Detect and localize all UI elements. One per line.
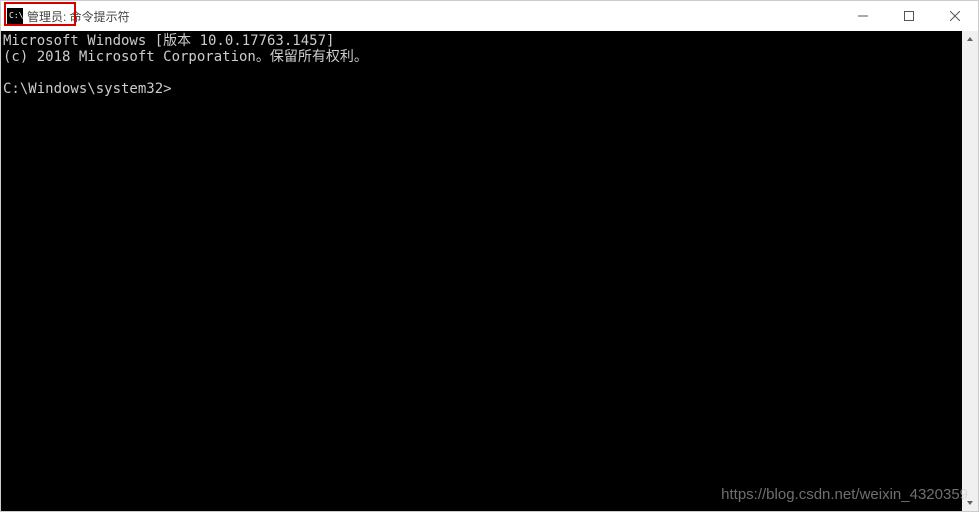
terminal-prompt: C:\Windows\system32> [3, 81, 172, 97]
svg-text:C:\: C:\ [9, 11, 23, 20]
cursor [172, 83, 180, 97]
terminal-line: Microsoft Windows [版本 10.0.17763.1457] [3, 33, 334, 49]
close-button[interactable] [932, 1, 978, 31]
scroll-down-arrow-icon[interactable] [962, 495, 978, 511]
command-prompt-window: C:\ 管理员: 命令提示符 Microsoft Windows [版本 10.… [0, 0, 979, 512]
window-controls [840, 1, 978, 31]
minimize-button[interactable] [840, 1, 886, 31]
maximize-button[interactable] [886, 1, 932, 31]
terminal-content: Microsoft Windows [版本 10.0.17763.1457] (… [1, 31, 978, 97]
vertical-scrollbar[interactable] [962, 31, 978, 511]
window-title: 管理员: 命令提示符 [27, 8, 130, 25]
titlebar[interactable]: C:\ 管理员: 命令提示符 [1, 1, 978, 31]
scroll-up-arrow-icon[interactable] [962, 31, 978, 47]
watermark-text: https://blog.csdn.net/weixin_4320359 [721, 486, 968, 503]
scroll-track[interactable] [962, 47, 978, 495]
terminal-line: (c) 2018 Microsoft Corporation。保留所有权利。 [3, 49, 368, 65]
terminal-area[interactable]: Microsoft Windows [版本 10.0.17763.1457] (… [1, 31, 978, 511]
command-prompt-icon: C:\ [7, 8, 23, 24]
